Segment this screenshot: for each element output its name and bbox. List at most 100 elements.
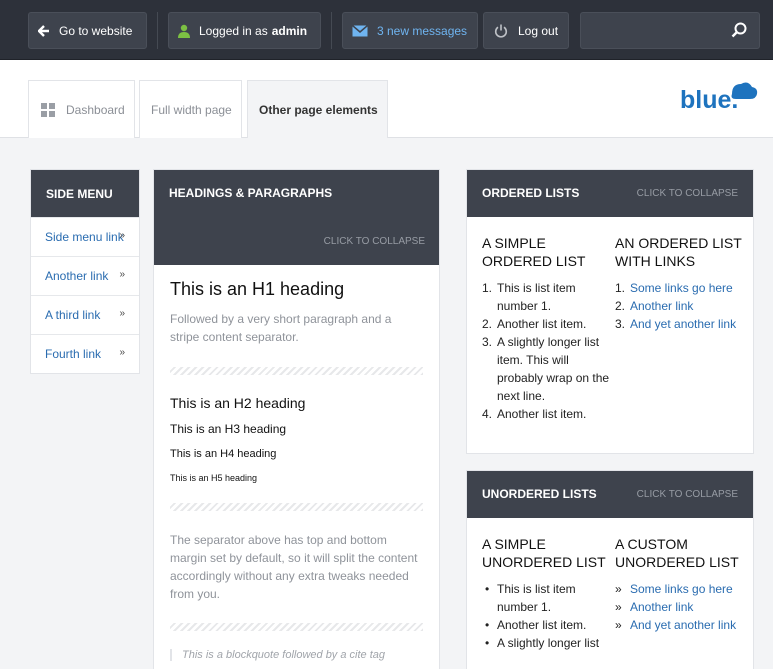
- messages-button[interactable]: 3 new messages: [342, 12, 478, 49]
- panel-title: ORDERED LISTS: [482, 186, 580, 200]
- panel-title: UNORDERED LISTS: [482, 487, 597, 501]
- tab-label: Other page elements: [259, 102, 378, 117]
- list-item: 1. This is list item number 1.: [482, 281, 576, 313]
- tab-other-page-elements[interactable]: Other page elements: [247, 80, 388, 138]
- chevron-right-icon: »: [615, 618, 622, 632]
- h1-heading: This is an H1 heading: [170, 279, 345, 299]
- unordered-lists-panel: UNORDERED LISTS CLICK TO COLLAPSE A SIMP…: [466, 470, 754, 669]
- list-title: A CUSTOM UNORDERED LIST: [615, 536, 739, 570]
- headings-panel: HEADINGS & PARAGRAPHS CLICK TO COLLAPSE …: [153, 169, 440, 669]
- panel-header: HEADINGS & PARAGRAPHS CLICK TO COLLAPSE: [154, 170, 439, 265]
- user-icon: [169, 24, 199, 38]
- h3-heading: This is an H3 heading: [170, 422, 287, 436]
- divider: [331, 12, 332, 49]
- list-title: A SIMPLE UNORDERED LIST: [482, 536, 606, 570]
- power-icon: [484, 24, 518, 38]
- collapse-link[interactable]: CLICK TO COLLAPSE: [637, 188, 738, 199]
- h2-heading: This is an H2 heading: [170, 395, 306, 411]
- custom-unordered-list: » Some links go here » Another link » And y…: [615, 580, 745, 634]
- grid-icon: [41, 102, 55, 117]
- panel-header: ORDERED LISTS CLICK TO COLLAPSE: [467, 170, 753, 217]
- tab-full-width-page[interactable]: Full width page: [139, 80, 242, 138]
- go-to-website-button[interactable]: Go to website: [28, 12, 147, 49]
- panel-header: UNORDERED LISTS CLICK TO COLLAPSE: [467, 471, 753, 518]
- logged-in-user: admin: [271, 23, 308, 38]
- messages-label: 3 new messages: [377, 23, 468, 38]
- search-icon[interactable]: [731, 22, 747, 41]
- chevron-right-icon: »: [615, 582, 622, 596]
- search-input[interactable]: [580, 12, 760, 49]
- list-link[interactable]: And yet another link: [630, 618, 736, 632]
- list-item: 3. A slightly longer list item. This will…: [482, 335, 610, 403]
- list-item: • This is list item number 1.: [485, 582, 576, 614]
- side-menu-link-label: Side menu link: [45, 230, 124, 244]
- tab-dashboard[interactable]: Dashboard: [28, 80, 135, 138]
- logged-in-button[interactable]: Logged in as admin: [168, 12, 321, 49]
- list-item: » And yet another link: [615, 616, 745, 634]
- chevron-right-icon: »: [615, 600, 622, 614]
- logo[interactable]: blue.: [680, 80, 758, 117]
- side-menu-item[interactable]: Side menu link»: [31, 217, 139, 256]
- list-item: » Another link: [615, 598, 745, 616]
- collapse-link[interactable]: CLICK TO COLLAPSE: [324, 236, 425, 247]
- list-item: 2. Another list item.: [482, 317, 587, 331]
- list-link[interactable]: Some links go here: [630, 582, 733, 596]
- side-menu: SIDE MENU Side menu link» Another link» …: [30, 169, 140, 374]
- envelope-icon: [343, 24, 377, 37]
- stripe-separator: [170, 367, 423, 375]
- logo-text: blue.: [680, 86, 738, 114]
- ordered-list: 1. This is list item number 1. 2. Another …: [482, 279, 612, 423]
- list-title: AN ORDERED LIST WITH LINKS: [615, 235, 742, 269]
- side-menu-link-label: A third link: [45, 308, 101, 322]
- list-item: 4. Another list item.: [482, 407, 587, 421]
- list-link[interactable]: And yet another link: [630, 317, 736, 331]
- custom-unordered-list-column: A CUSTOM UNORDERED LIST » Some links go h…: [615, 535, 745, 634]
- chevron-right-icon: »: [119, 347, 125, 358]
- simple-ordered-list-column: A SIMPLE ORDERED LIST 1. This is list ite…: [482, 234, 612, 423]
- logout-button[interactable]: Log out: [483, 12, 569, 49]
- blockquote: This is a blockquote followed by a cite …: [170, 649, 423, 661]
- side-menu-title: SIDE MENU: [31, 170, 139, 217]
- stripe-separator: [170, 623, 423, 631]
- panel-body: This is an H1 heading Followed by a very…: [154, 279, 439, 661]
- list-item: • Another list item.: [485, 618, 587, 632]
- panel-title: HEADINGS & PARAGRAPHS: [169, 186, 333, 200]
- side-menu-item[interactable]: Fourth link »: [31, 334, 139, 373]
- side-menu-link-label: Fourth link: [45, 347, 102, 361]
- list-item: 2. Another link: [615, 299, 694, 313]
- chevron-right-icon: »: [119, 269, 125, 280]
- h4-heading: This is an H4 heading: [170, 448, 277, 460]
- list-link[interactable]: Some links go here: [630, 281, 733, 295]
- paragraph: Followed by a very short paragraph and a…: [170, 312, 392, 344]
- simple-unordered-list-column: A SIMPLE UNORDERED LIST • This is list it…: [482, 535, 612, 652]
- divider: [157, 12, 158, 49]
- page-header: Dashboard Full width page Other page ele…: [0, 60, 773, 138]
- top-bar: Go to website Logged in as admin 3 new m…: [0, 0, 773, 60]
- tab-label: Dashboard: [66, 102, 125, 117]
- tab-label: Full width page: [151, 102, 232, 117]
- logout-label: Log out: [518, 23, 559, 38]
- list-item: 3. And yet another link: [615, 317, 737, 331]
- list-item: • A slightly longer list: [485, 636, 600, 650]
- side-menu-item[interactable]: A third link »: [31, 295, 139, 334]
- stripe-separator: [170, 503, 423, 511]
- ordered-lists-panel: ORDERED LISTS CLICK TO COLLAPSE A SIMPLE…: [466, 169, 754, 454]
- logged-in-prefix: Logged in as: [199, 23, 268, 38]
- unordered-list: • This is list item number 1. • Another li…: [482, 580, 612, 652]
- list-title: A SIMPLE ORDERED LIST: [482, 235, 586, 269]
- arrow-left-icon: [29, 24, 59, 37]
- list-item: 1. Some links go here: [615, 281, 733, 295]
- paragraph: The separator above has top and bottom m…: [170, 533, 418, 601]
- list-item: » Some links go here: [615, 580, 745, 598]
- h5-heading: This is an H5 heading: [170, 473, 258, 483]
- ordered-list-with-links-column: AN ORDERED LIST WITH LINKS 1. Some links …: [615, 234, 745, 333]
- list-link[interactable]: Another link: [630, 600, 693, 614]
- list-link[interactable]: Another link: [630, 299, 693, 313]
- chevron-right-icon: »: [119, 308, 125, 319]
- side-menu-link-label: Another link: [45, 269, 109, 283]
- chevron-right-icon: »: [119, 230, 125, 241]
- side-menu-item[interactable]: Another link »: [31, 256, 139, 295]
- ordered-link-list: 1. Some links go here 2. Another link 3. An…: [615, 279, 745, 333]
- go-to-website-label: Go to website: [59, 23, 133, 38]
- collapse-link[interactable]: CLICK TO COLLAPSE: [637, 489, 738, 500]
